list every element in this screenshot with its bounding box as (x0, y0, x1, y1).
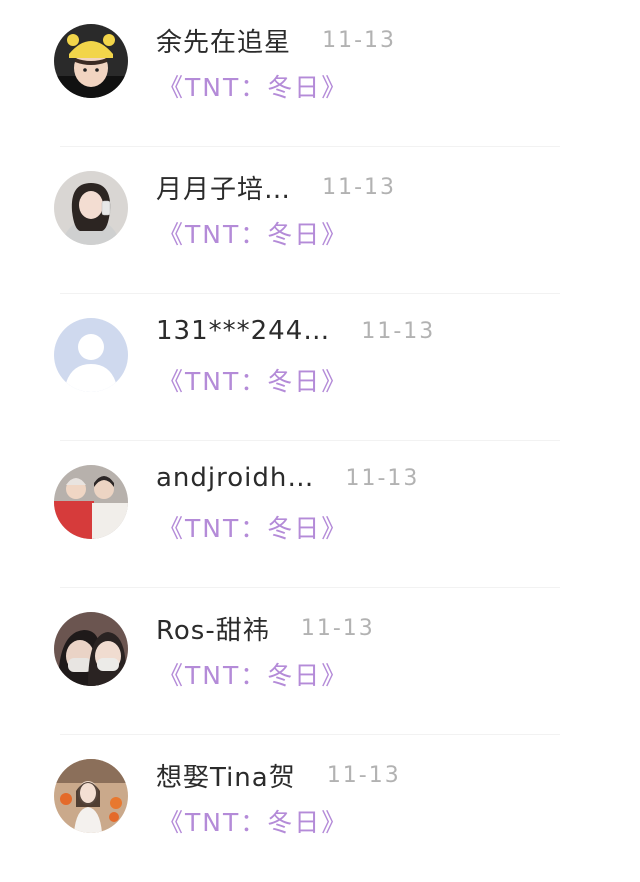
list-item[interactable]: Ros-甜祎 11-13 《TNT：冬日》 (0, 588, 640, 735)
work-title-link[interactable]: 《TNT：冬日》 (158, 803, 348, 839)
avatar[interactable] (54, 171, 128, 245)
work-title-link[interactable]: 《TNT：冬日》 (158, 362, 348, 398)
username[interactable]: 131***244… (156, 316, 330, 346)
list-item[interactable]: 月月子培… 11-13 《TNT：冬日》 (0, 147, 640, 294)
comment-date: 11-13 (345, 465, 420, 491)
username[interactable]: andjroidh… (156, 463, 314, 493)
comment-header: 131***244… 11-13 (156, 316, 435, 352)
comment-header: Ros-甜祎 11-13 (156, 610, 375, 646)
comment-date: 11-13 (322, 175, 397, 200)
comment-date: 11-13 (300, 616, 375, 641)
work-title-link[interactable]: 《TNT：冬日》 (158, 215, 348, 251)
username[interactable]: Ros-甜祎 (156, 610, 270, 647)
comment-header: andjroidh… 11-13 (156, 463, 419, 499)
list-item[interactable]: 余先在追星 11-13 《TNT：冬日》 (0, 0, 640, 147)
comment-date: 11-13 (361, 318, 436, 344)
avatar[interactable] (54, 759, 128, 833)
work-title-link[interactable]: 《TNT：冬日》 (158, 656, 348, 692)
list-item[interactable]: 131***244… 11-13 《TNT：冬日》 (0, 294, 640, 441)
work-title-link[interactable]: 《TNT：冬日》 (158, 509, 348, 545)
comment-date: 11-13 (326, 763, 401, 788)
list-item[interactable]: andjroidh… 11-13 《TNT：冬日》 (0, 441, 640, 588)
avatar[interactable] (54, 465, 128, 539)
comment-date: 11-13 (322, 28, 397, 53)
username[interactable]: 余先在追星 (156, 22, 291, 59)
avatar[interactable] (54, 612, 128, 686)
username[interactable]: 想娶Tina贺 (156, 757, 296, 794)
avatar[interactable] (54, 318, 128, 392)
comment-header: 余先在追星 11-13 (156, 22, 396, 58)
username[interactable]: 月月子培… (156, 169, 291, 206)
avatar[interactable] (54, 24, 128, 98)
comment-header: 月月子培… 11-13 (156, 169, 396, 205)
list-item[interactable]: 想娶Tina贺 11-13 《TNT：冬日》 (0, 735, 640, 882)
comment-list: 余先在追星 11-13 《TNT：冬日》 月月子培… 11-13 《TNT：冬日… (0, 0, 640, 866)
comment-header: 想娶Tina贺 11-13 (156, 757, 401, 793)
work-title-link[interactable]: 《TNT：冬日》 (158, 68, 348, 104)
